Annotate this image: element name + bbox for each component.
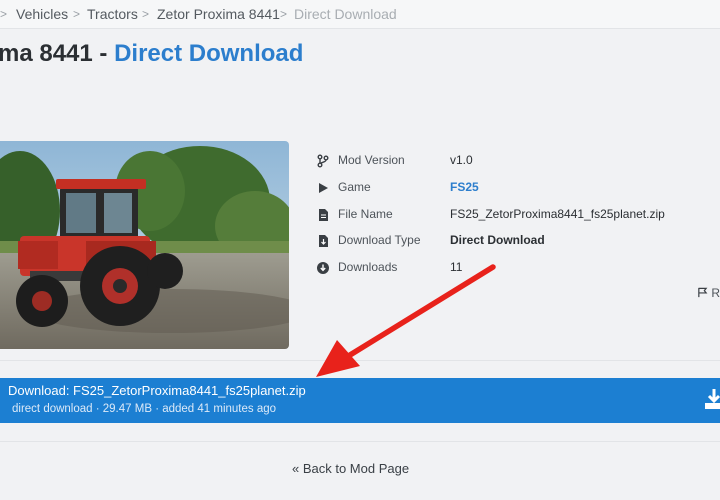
download-button[interactable]: Download: FS25_ZetorProxima8441_fs25plan… (0, 378, 720, 423)
breadcrumb-separator: > (0, 7, 8, 21)
downloads-value: 11 (450, 260, 463, 274)
breadcrumb-separator: > (73, 7, 81, 21)
report-link[interactable]: Re (697, 286, 720, 300)
file-download-icon (319, 235, 328, 247)
download-type-value: Direct Download (450, 233, 545, 247)
game-value-link[interactable]: FS25 (450, 180, 479, 194)
mod-version-label: Mod Version (338, 153, 405, 167)
breadcrumb-separator: > (142, 7, 150, 21)
breadcrumb-tractors[interactable]: Tractors (87, 6, 138, 22)
download-circle-icon (317, 262, 329, 274)
tractor-image (0, 141, 289, 349)
page-title-prefix: ma 8441 - (0, 40, 115, 67)
mod-screenshot[interactable] (0, 141, 289, 349)
page-title-accent: Direct Download (114, 40, 304, 67)
divider (0, 441, 720, 442)
breadcrumb-mod[interactable]: Zetor Proxima 8441 (157, 6, 280, 22)
file-name-value: FS25_ZetorProxima8441_fs25planet.zip (450, 207, 665, 221)
breadcrumb-separator: > (280, 7, 288, 21)
mod-version-value: v1.0 (450, 153, 473, 167)
download-title: Download: FS25_ZetorProxima8441_fs25plan… (8, 383, 306, 398)
game-label: Game (338, 180, 371, 194)
downloads-label: Downloads (338, 260, 398, 274)
divider (0, 360, 720, 361)
download-icon (705, 389, 720, 409)
download-subtitle: direct download · 29.47 MB · added 41 mi… (12, 403, 277, 415)
flag-icon (698, 287, 708, 298)
page-title: ma 8441 - Direct Download (0, 40, 303, 68)
play-icon (319, 183, 328, 193)
back-to-mod-page-link[interactable]: « Back to Mod Page (292, 461, 409, 476)
breadcrumb: > Vehicles > Tractors > Zetor Proxima 84… (0, 0, 720, 29)
file-icon (319, 209, 328, 221)
file-name-label: File Name (338, 207, 393, 221)
branch-icon (317, 154, 329, 168)
breadcrumb-vehicles[interactable]: Vehicles (16, 6, 68, 22)
report-label: Re (711, 286, 720, 300)
download-type-label: Download Type (338, 233, 421, 247)
breadcrumb-current: Direct Download (294, 6, 397, 22)
